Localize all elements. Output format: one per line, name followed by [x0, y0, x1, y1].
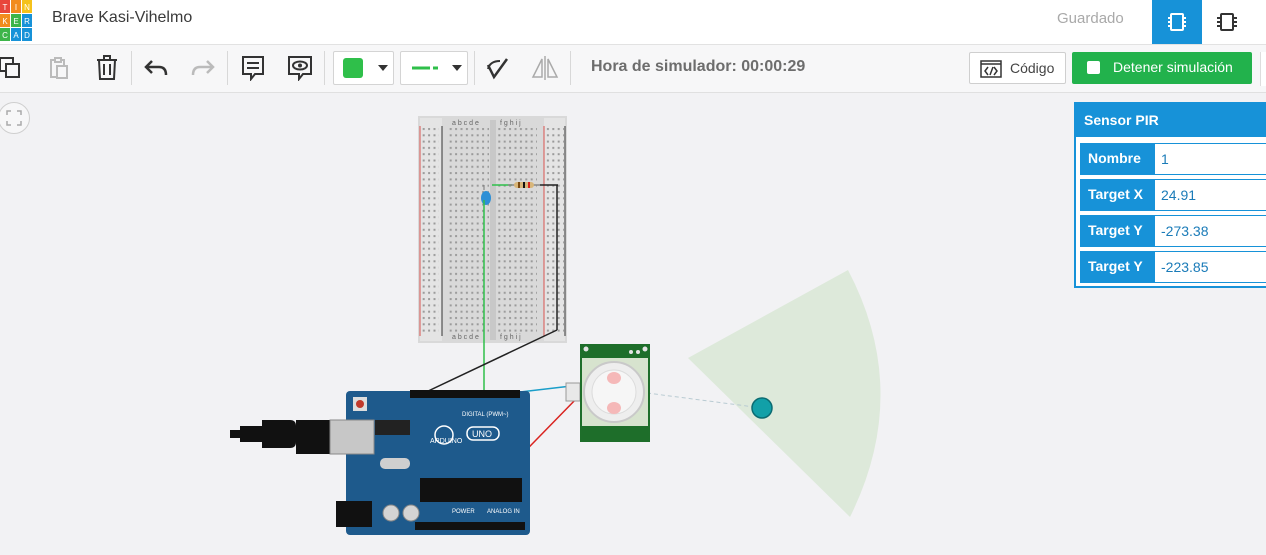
- project-title[interactable]: Brave Kasi-Vihelmo: [52, 9, 192, 27]
- name-field[interactable]: 1: [1154, 143, 1266, 175]
- notes-button[interactable]: [237, 53, 269, 83]
- property-row-target-y: Target Y -273.38: [1080, 215, 1266, 247]
- toolbar-divider: [131, 51, 132, 85]
- property-row-target-y-2: Target Y -223.85: [1080, 251, 1266, 283]
- breadboard-columns-right-top: f g h i j: [500, 120, 521, 127]
- usb-cable: [230, 426, 262, 442]
- target-x-field[interactable]: 24.91: [1154, 179, 1266, 211]
- rotate-button[interactable]: [481, 53, 513, 83]
- pir-target[interactable]: [751, 397, 773, 419]
- property-label: Target X: [1080, 179, 1154, 211]
- property-label: Target Y: [1080, 251, 1154, 283]
- target-y-field[interactable]: -273.38: [1154, 215, 1266, 247]
- paste-button[interactable]: [43, 53, 75, 83]
- property-value-text: -223.85: [1161, 259, 1209, 275]
- arduino-analog-label: ANALOG IN: [487, 509, 520, 515]
- property-label: Nombre: [1080, 143, 1154, 175]
- property-row-name: Nombre 1: [1080, 143, 1266, 175]
- toolbar: Hora de simulador: 00:00:29 Código Deten…: [0, 45, 1266, 93]
- svg-text:E: E: [13, 17, 18, 26]
- property-value-text: -273.38: [1161, 223, 1209, 239]
- simulator-time: Hora de simulador: 00:00:29: [591, 58, 806, 75]
- tinkercad-logo[interactable]: T I N K E R C A D: [0, 0, 34, 42]
- breadboard-columns-left-top: a b c d e: [452, 120, 479, 127]
- property-row-target-x: Target X 24.91: [1080, 179, 1266, 211]
- copy-button[interactable]: [0, 53, 26, 83]
- svg-text:N: N: [24, 3, 30, 12]
- circuit-view-button[interactable]: [1152, 0, 1202, 44]
- property-value-text: 24.91: [1161, 187, 1197, 203]
- property-label: Target Y: [1080, 215, 1154, 247]
- property-label-text: Nombre: [1088, 150, 1141, 166]
- trash-icon: [97, 55, 117, 80]
- wire-line-icon: [412, 66, 438, 70]
- wire-style-dropdown[interactable]: [400, 51, 468, 85]
- svg-text:I: I: [15, 3, 17, 12]
- undo-icon: [144, 60, 168, 76]
- svg-text:C: C: [2, 31, 8, 40]
- rotate-icon: [486, 58, 509, 80]
- schematic-view-button[interactable]: [1202, 0, 1252, 44]
- stop-simulation-button[interactable]: Detener simulación: [1072, 52, 1252, 84]
- properties-panel-title: Sensor PIR: [1084, 112, 1159, 128]
- code-button-label: Código: [1010, 60, 1055, 76]
- fill-color-dropdown[interactable]: [333, 51, 394, 85]
- target-y-field-2[interactable]: -223.85: [1154, 251, 1266, 283]
- toolbar-divider: [570, 51, 571, 85]
- arduino-digital-label: DIGITAL (PWM~): [462, 412, 509, 418]
- code-icon: [980, 60, 1002, 78]
- arduino-brand-label: ARDUINO: [430, 438, 463, 445]
- flip-button[interactable]: [529, 53, 561, 83]
- property-label-text: Target X: [1088, 186, 1143, 202]
- note-icon: [242, 56, 264, 81]
- pir-sensor[interactable]: [565, 344, 650, 442]
- stop-simulation-label: Detener simulación: [1113, 59, 1233, 75]
- chip-icon: [1217, 13, 1237, 31]
- redo-button[interactable]: [187, 53, 219, 83]
- properties-panel-header: Sensor PIR: [1076, 104, 1266, 137]
- stop-icon: [1087, 61, 1100, 74]
- eye-note-icon: [288, 56, 312, 81]
- breadboard-view-icon: [1168, 13, 1186, 31]
- property-label-text: Target Y: [1088, 222, 1143, 238]
- notes-visibility-button[interactable]: [284, 53, 316, 83]
- code-button[interactable]: Código: [969, 52, 1066, 84]
- paste-icon: [50, 57, 68, 79]
- property-value-text: 1: [1161, 151, 1169, 167]
- redo-icon: [191, 60, 215, 76]
- toolbar-divider: [227, 51, 228, 85]
- property-label-text: Target Y: [1088, 258, 1143, 274]
- svg-text:T: T: [3, 3, 8, 12]
- arduino-power-label: POWER: [452, 509, 475, 515]
- arduino-model-label: UNO: [472, 429, 492, 439]
- fit-view-icon: [6, 110, 22, 126]
- chevron-down-icon: [378, 65, 388, 71]
- undo-button[interactable]: [140, 53, 172, 83]
- chevron-down-icon: [452, 65, 462, 71]
- breadboard-columns-right-bottom: f g h i j: [500, 334, 521, 341]
- flip-icon: [531, 56, 559, 80]
- toolbar-divider: [474, 51, 475, 85]
- save-status: Guardado: [1057, 10, 1124, 27]
- arduino-uno[interactable]: ARDUINO UNO DIGITAL (PWM~) POWER ANALOG …: [230, 390, 530, 535]
- breadboard-columns-left-bottom: a b c d e: [452, 334, 479, 341]
- svg-text:K: K: [2, 17, 8, 26]
- toolbar-divider: [324, 51, 325, 85]
- delete-button[interactable]: [91, 53, 123, 83]
- copy-icon: [0, 57, 20, 78]
- fill-color-swatch: [343, 58, 363, 78]
- svg-text:D: D: [24, 31, 30, 40]
- svg-text:A: A: [13, 31, 19, 40]
- breadboard[interactable]: a b c d e f g h i j a b c d e f g h i j: [418, 116, 567, 343]
- svg-text:R: R: [24, 17, 30, 26]
- properties-panel: Sensor PIR Nombre 1 Target X 24.91 Targe…: [1074, 102, 1266, 288]
- toolbar-overflow[interactable]: [1260, 52, 1266, 86]
- pir-detection-zone: [688, 270, 881, 517]
- top-bar: T I N K E R C A D Brave Kasi-Vihelmo Gua…: [0, 0, 1266, 45]
